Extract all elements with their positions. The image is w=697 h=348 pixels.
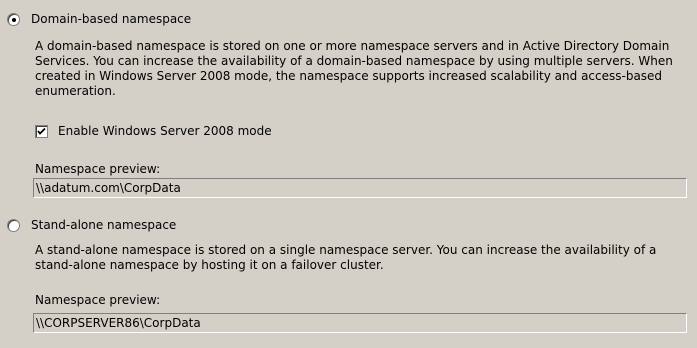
checkmark-icon — [37, 127, 46, 135]
domain-based-radio-option[interactable]: Domain-based namespace — [7, 11, 191, 27]
stand-alone-radio-button[interactable] — [7, 218, 20, 232]
domain-based-radio-button[interactable] — [7, 12, 20, 26]
enable-2008-mode-checkbox-row[interactable]: Enable Windows Server 2008 mode — [35, 123, 272, 139]
stand-alone-label: Stand-alone namespace — [31, 218, 177, 232]
domain-based-label: Domain-based namespace — [31, 12, 192, 26]
domain-based-description: A domain-based namespace is stored on on… — [35, 39, 673, 98]
stand-alone-preview-field: \\CORPSERVER86\CorpData — [33, 313, 687, 333]
stand-alone-description: A stand-alone namespace is stored on a s… — [35, 243, 657, 272]
stand-alone-radio-option[interactable]: Stand-alone namespace — [7, 217, 176, 233]
domain-namespace-preview-label: Namespace preview: — [35, 162, 161, 176]
stand-alone-preview-label: Namespace preview: — [35, 293, 161, 307]
enable-2008-mode-checkbox[interactable] — [35, 124, 48, 138]
domain-namespace-preview-field: \\adatum.com\CorpData — [33, 178, 687, 198]
enable-2008-mode-label: Enable Windows Server 2008 mode — [58, 124, 272, 138]
